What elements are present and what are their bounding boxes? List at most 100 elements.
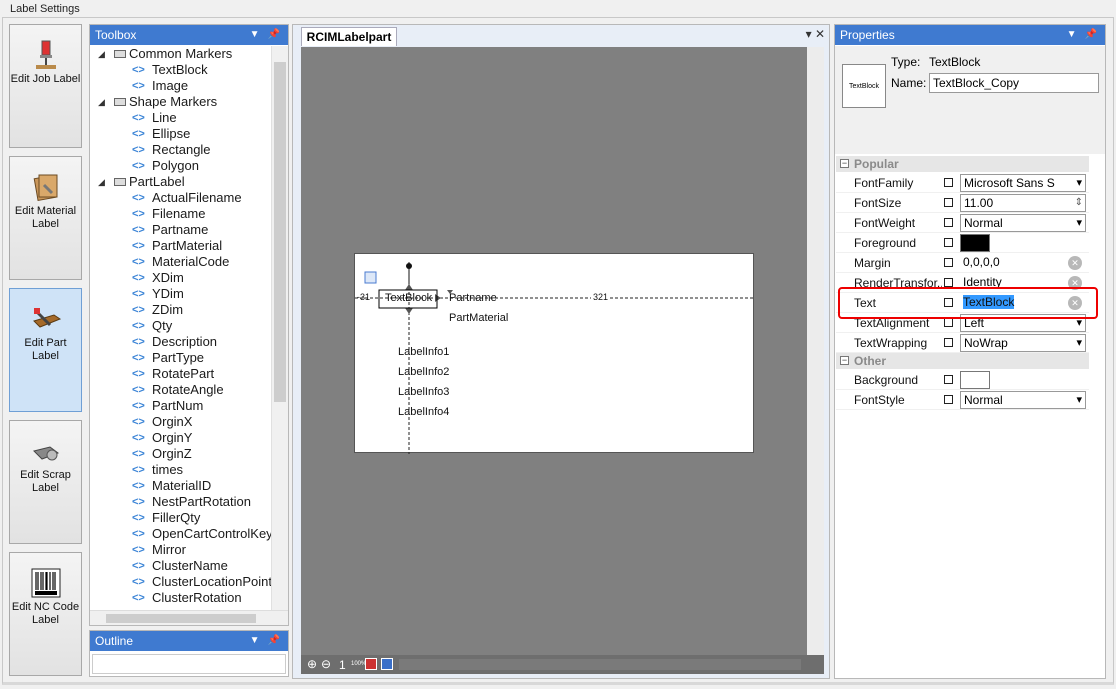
tree-item[interactable]: <> YDim: [90, 286, 271, 302]
tree-item[interactable]: <> MaterialID: [90, 478, 271, 494]
tree-item[interactable]: <> ActualFilename: [90, 190, 271, 206]
category-popular[interactable]: − Popular: [836, 156, 1089, 172]
tree-item[interactable]: <> RotatePart: [90, 366, 271, 382]
close-icon[interactable]: ✕: [815, 27, 825, 41]
tree-item[interactable]: <> RotateAngle: [90, 382, 271, 398]
property-checkbox[interactable]: [944, 278, 953, 287]
tree-item[interactable]: <> times: [90, 462, 271, 478]
tab-rcimlabelpart[interactable]: RCIMLabelpart: [301, 27, 397, 46]
partmaterial-element[interactable]: PartMaterial: [449, 312, 508, 324]
tree-item[interactable]: <> TextBlock: [90, 62, 271, 78]
tree-item[interactable]: <> OrginZ: [90, 446, 271, 462]
properties-scrollbar[interactable]: [1089, 155, 1105, 677]
textblock-element[interactable]: TextBlock: [385, 292, 432, 304]
tree-item[interactable]: <> Filename: [90, 206, 271, 222]
canvas-horizontal-scrollbar[interactable]: [399, 659, 801, 670]
property-checkbox[interactable]: [944, 238, 953, 247]
collapse-icon[interactable]: −: [840, 159, 849, 168]
tree-item[interactable]: <> PartNum: [90, 398, 271, 414]
property-checkbox[interactable]: [944, 218, 953, 227]
labelinfo2-element[interactable]: LabelInfo2: [398, 366, 449, 378]
tree-item[interactable]: <> PartType: [90, 350, 271, 366]
tree-item[interactable]: <> Description: [90, 334, 271, 350]
tree-item[interactable]: <> Image: [90, 78, 271, 94]
property-checkbox[interactable]: [944, 258, 953, 267]
outline-pin-icon[interactable]: 📌: [268, 631, 280, 651]
property-checkbox[interactable]: [944, 198, 953, 207]
tree-item[interactable]: <> Polygon: [90, 158, 271, 174]
tree-item[interactable]: <> Rectangle: [90, 142, 271, 158]
properties-pin-icon[interactable]: 📌: [1085, 25, 1097, 45]
actual-size-icon[interactable]: [381, 658, 393, 670]
tree-item[interactable]: <> Mirror: [90, 542, 271, 558]
toolbox-hscroll-thumb[interactable]: [106, 614, 256, 623]
tree-item[interactable]: <> ClusterName: [90, 558, 271, 574]
collapse-icon[interactable]: −: [840, 356, 849, 365]
tree-item[interactable]: <> OpenCartControlKey: [90, 526, 271, 542]
toolbox-vertical-scrollbar[interactable]: [271, 46, 288, 610]
property-value-spinner[interactable]: 11.00: [960, 194, 1086, 212]
tree-item[interactable]: <> OrginX: [90, 414, 271, 430]
edit-material-label-button[interactable]: Edit Material Label: [9, 156, 82, 280]
tree-item[interactable]: <> PartMaterial: [90, 238, 271, 254]
property-value-dropdown[interactable]: Microsoft Sans S: [960, 174, 1086, 192]
tree-item[interactable]: <> ClusterRotation: [90, 590, 271, 606]
category-other[interactable]: − Other: [836, 353, 1089, 369]
tree-item[interactable]: <> ClusterLocationPoint: [90, 574, 271, 590]
tree-item[interactable]: <> OrginY: [90, 430, 271, 446]
property-checkbox[interactable]: [944, 395, 953, 404]
tree-item[interactable]: <> XDim: [90, 270, 271, 286]
tree-item[interactable]: <> NestPartRotation: [90, 494, 271, 510]
color-swatch[interactable]: [960, 234, 990, 252]
labelinfo4-element[interactable]: LabelInfo4: [398, 406, 449, 418]
toolbox-horizontal-scrollbar[interactable]: [90, 610, 288, 625]
edit-part-label-button[interactable]: Edit Part Label: [9, 288, 82, 412]
tree-group-partlabel[interactable]: ◢ PartLabel: [90, 174, 271, 190]
toolbox-dropdown-icon[interactable]: ▼: [250, 25, 260, 45]
tree-item[interactable]: <> Ellipse: [90, 126, 271, 142]
properties-dropdown-icon[interactable]: ▼: [1067, 25, 1077, 45]
element-icon: <>: [132, 304, 145, 316]
edit-scrap-label-button[interactable]: Edit Scrap Label: [9, 420, 82, 544]
zoom-out-icon[interactable]: ⊖: [321, 657, 331, 671]
clear-icon[interactable]: ✕: [1068, 256, 1082, 270]
outline-view[interactable]: [92, 654, 286, 674]
property-checkbox[interactable]: [944, 338, 953, 347]
outline-dropdown-icon[interactable]: ▼: [250, 631, 260, 651]
fit-to-page-icon[interactable]: [365, 658, 377, 670]
partname-element[interactable]: Partname: [449, 292, 497, 304]
property-checkbox[interactable]: [944, 375, 953, 384]
edit-nc-code-label-button[interactable]: Edit NC Code Label: [9, 552, 82, 676]
tree-item-label: OrginX: [152, 414, 193, 429]
toolbox-pin-icon[interactable]: 📌: [268, 25, 280, 45]
name-field[interactable]: TextBlock_Copy: [929, 73, 1099, 93]
design-canvas[interactable]: -31 TextBlock Partname 321 PartMaterial …: [301, 47, 824, 674]
labelinfo3-element[interactable]: LabelInfo3: [398, 386, 449, 398]
collapse-arrow-icon[interactable]: ◢: [98, 174, 105, 190]
collapse-arrow-icon[interactable]: ◢: [98, 94, 105, 110]
tree-item-label: Ellipse: [152, 126, 191, 141]
edit-job-label-button[interactable]: Edit Job Label: [9, 24, 82, 148]
tree-item[interactable]: <> Qty: [90, 318, 271, 334]
tab-list-icon[interactable]: ▾: [806, 27, 812, 41]
property-value-dropdown[interactable]: Normal: [960, 214, 1086, 232]
labelinfo1-element[interactable]: LabelInfo1: [398, 346, 449, 358]
toolbox-scroll-thumb[interactable]: [274, 62, 286, 402]
tree-item[interactable]: <> MaterialCode: [90, 254, 271, 270]
property-checkbox[interactable]: [944, 178, 953, 187]
property-checkbox[interactable]: [944, 318, 953, 327]
zoom-in-icon[interactable]: ⊕: [307, 657, 317, 671]
tree-item[interactable]: <> Partname: [90, 222, 271, 238]
tree-item[interactable]: <> FillerQty: [90, 510, 271, 526]
collapse-arrow-icon[interactable]: ◢: [98, 46, 105, 62]
tree-item[interactable]: <> Line: [90, 110, 271, 126]
canvas-vertical-scrollbar[interactable]: [807, 47, 824, 655]
property-value-dropdown[interactable]: NoWrap: [960, 334, 1086, 352]
tree-group-common-markers[interactable]: ◢ Common Markers: [90, 46, 271, 62]
tree-group-shape-markers[interactable]: ◢ Shape Markers: [90, 94, 271, 110]
tree-item-label: RotateAngle: [152, 382, 224, 397]
property-value-dropdown[interactable]: Normal: [960, 391, 1086, 409]
tree-item[interactable]: <> ZDim: [90, 302, 271, 318]
label-sheet[interactable]: -31 TextBlock Partname 321 PartMaterial …: [354, 253, 755, 454]
color-swatch[interactable]: [960, 371, 990, 389]
